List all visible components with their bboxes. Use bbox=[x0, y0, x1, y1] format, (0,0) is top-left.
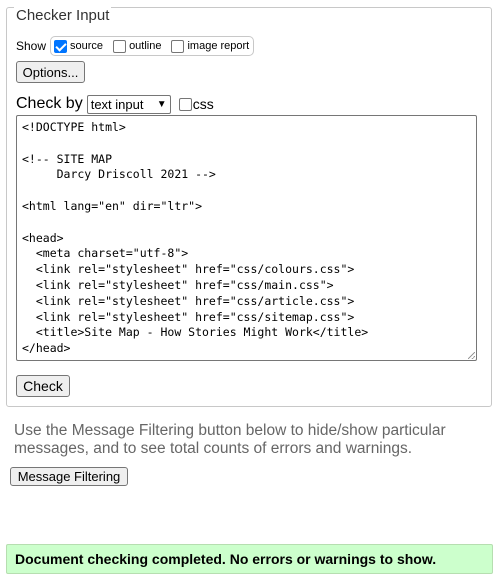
show-source-option[interactable]: source bbox=[54, 39, 104, 53]
image-report-checkbox[interactable] bbox=[171, 39, 185, 53]
source-checkbox[interactable] bbox=[54, 39, 68, 53]
source-textarea[interactable]: <!DOCTYPE html> <!-- SITE MAP Darcy Dris… bbox=[16, 115, 477, 361]
check-by-row: Check by text input ▼ css bbox=[16, 93, 214, 115]
status-message: Document checking completed. No errors o… bbox=[6, 544, 493, 574]
show-options-group: source outline image report bbox=[50, 36, 255, 56]
image-report-label: image report bbox=[187, 40, 250, 52]
check-by-label: Check by bbox=[16, 95, 83, 112]
check-button[interactable]: Check bbox=[16, 375, 70, 397]
show-outline-option[interactable]: outline bbox=[113, 39, 162, 53]
outline-checkbox[interactable] bbox=[113, 39, 127, 53]
css-option[interactable]: css bbox=[178, 96, 214, 112]
resize-handle-icon[interactable] bbox=[468, 352, 475, 359]
options-button[interactable]: Options... bbox=[16, 61, 85, 83]
message-filtering-button[interactable]: Message Filtering bbox=[10, 467, 128, 486]
check-by-select[interactable]: text input ▼ bbox=[86, 94, 171, 114]
message-filtering-help-text: Use the Message Filtering button below t… bbox=[14, 422, 446, 457]
chevron-down-icon: ▼ bbox=[156, 98, 167, 110]
checker-input-fieldset: Checker Input Show source outline image … bbox=[6, 7, 492, 407]
source-text: <!DOCTYPE html> <!-- SITE MAP Darcy Dris… bbox=[22, 120, 369, 356]
css-label: css bbox=[192, 96, 214, 112]
checker-input-legend: Checker Input bbox=[14, 7, 112, 24]
source-label: source bbox=[70, 40, 104, 52]
css-checkbox[interactable] bbox=[178, 97, 192, 111]
outline-label: outline bbox=[129, 40, 162, 52]
check-by-selected-value: text input bbox=[90, 96, 144, 112]
show-label: Show bbox=[16, 39, 47, 53]
show-image-report-option[interactable]: image report bbox=[171, 39, 250, 53]
show-options-row: Show source outline image report bbox=[16, 36, 255, 56]
